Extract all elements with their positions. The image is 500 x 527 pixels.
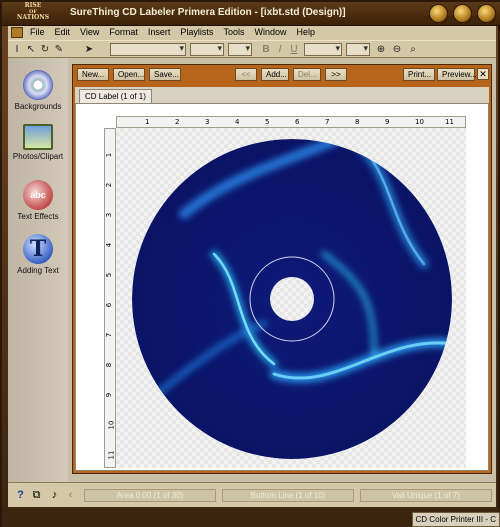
status-field-area: Area 0.00 (1 of 30): [84, 489, 216, 502]
preview-button[interactable]: Preview...: [437, 68, 477, 81]
ruler-tick-h: 11: [445, 118, 454, 126]
tab-cd-label[interactable]: CD Label (1 of 1): [79, 89, 152, 103]
horizontal-ruler: 1 2 3 4 5 6 7 8 9 10 11: [116, 116, 466, 128]
ruler-tick-v: 11: [107, 450, 116, 460]
font-style-select[interactable]: [228, 43, 252, 56]
ruler-tick-h: 1: [145, 118, 150, 126]
zoom-fit-icon[interactable]: ⌕: [406, 43, 420, 56]
vertical-ruler: 1 2 3 4 5 6 7 8 9 10 11: [104, 128, 116, 468]
zoom-in-icon[interactable]: ⊕: [374, 43, 388, 56]
next-label-button[interactable]: >>: [325, 68, 347, 81]
ruler-tick-v: 5: [105, 272, 114, 278]
ruler-tick-h: 5: [265, 118, 270, 126]
ruler-tick-h: 10: [415, 118, 424, 126]
rise-of-nations-logo: RISE OF NATIONS: [16, 2, 50, 21]
label-area[interactable]: [116, 128, 466, 468]
menu-view[interactable]: View: [75, 26, 104, 38]
ruler-tick-h: 6: [295, 118, 300, 126]
printer-name[interactable]: CD Color Printer III - C: [411, 512, 500, 527]
menu-tools[interactable]: Tools: [218, 26, 249, 38]
document-close-button[interactable]: ✕: [477, 68, 489, 80]
close-button[interactable]: [477, 4, 496, 23]
text-cursor-icon[interactable]: I: [10, 43, 24, 56]
document-toolbar: New... Open... Save... << Add... Del... …: [73, 65, 491, 83]
back-icon[interactable]: ‹: [64, 489, 77, 502]
rotate-icon[interactable]: ↻: [38, 43, 52, 56]
ruler-tick-v: 10: [107, 420, 116, 430]
font-size-select[interactable]: [190, 43, 224, 56]
alignment-select[interactable]: [346, 43, 370, 56]
ruler-tick-v: 3: [105, 212, 114, 218]
menu-edit[interactable]: Edit: [50, 26, 76, 38]
ruler-tick-h: 8: [355, 118, 360, 126]
cd-disc-icon: [23, 70, 53, 100]
format-toolbar: I ↖ ↻ ✎ ➤ B I U ⊕ ⊖ ⌕: [8, 40, 496, 58]
document-window: New... Open... Save... << Add... Del... …: [72, 64, 492, 474]
text-effects-item[interactable]: abc Text Effects: [8, 180, 68, 221]
menu-help[interactable]: Help: [291, 26, 320, 38]
status-field-line: Bottom Line (1 of 10): [222, 489, 354, 502]
photos-clipart-item[interactable]: Photos/Clipart: [8, 124, 68, 161]
ruler-tick-v: 9: [105, 392, 114, 398]
speaker-icon[interactable]: ♪: [48, 489, 61, 502]
window-title: SureThing CD Labeler Primera Edition - […: [70, 7, 346, 18]
cd-label-graphic[interactable]: [124, 134, 460, 464]
maximize-button[interactable]: [453, 4, 472, 23]
letter-t-icon: T: [23, 234, 53, 264]
prev-label-button[interactable]: <<: [235, 68, 257, 81]
design-canvas: 1 2 3 4 5 6 7 8 9 10 11 1 2 3 4 5 6 7 8 9 10 11: [75, 103, 489, 471]
add-label-button[interactable]: Add...: [261, 68, 289, 81]
left-dock: Backgrounds Photos/Clipart abc Text Effe…: [8, 58, 68, 482]
delete-label-button[interactable]: Del...: [293, 68, 321, 81]
pointer-icon[interactable]: ↖: [24, 43, 38, 56]
status-bar: ? ⧉ ♪ ‹ Area 0.00 (1 of 30) Bottom Line …: [8, 482, 496, 507]
zoom-out-icon[interactable]: ⊖: [390, 43, 404, 56]
open-button[interactable]: Open...: [113, 68, 145, 81]
print-button[interactable]: Print...: [403, 68, 435, 81]
select-arrow-icon[interactable]: ➤: [82, 43, 96, 56]
adding-text-item[interactable]: T Adding Text: [8, 234, 68, 275]
ruler-tick-v: 4: [105, 242, 114, 248]
backgrounds-item[interactable]: Backgrounds: [8, 70, 68, 111]
photo-frame-icon: [23, 124, 53, 150]
ruler-tick-h: 3: [205, 118, 210, 126]
text-color-select[interactable]: [304, 43, 342, 56]
new-button[interactable]: New...: [77, 68, 109, 81]
printer-bar: CD Color Printer III - C: [2, 508, 500, 527]
document-icon[interactable]: [11, 27, 23, 38]
app-window: RISE OF NATIONS SureThing CD Labeler Pri…: [0, 0, 500, 527]
italic-button[interactable]: I: [273, 43, 287, 56]
menu-file[interactable]: File: [25, 26, 50, 38]
ruler-tick-v: 2: [105, 182, 114, 188]
minimize-button[interactable]: [429, 4, 448, 23]
export-icon[interactable]: ⧉: [30, 489, 43, 502]
help-icon[interactable]: ?: [14, 489, 27, 502]
tab-row: CD Label (1 of 1): [75, 87, 489, 103]
ruler-tick-v: 7: [105, 332, 114, 338]
workspace: New... Open... Save... << Add... Del... …: [68, 58, 496, 482]
ruler-tick-h: 9: [385, 118, 390, 126]
pen-icon[interactable]: ✎: [52, 43, 66, 56]
ruler-tick-h: 2: [175, 118, 180, 126]
menu-window[interactable]: Window: [249, 26, 291, 38]
title-bar: RISE OF NATIONS SureThing CD Labeler Pri…: [2, 2, 500, 26]
menu-bar: File Edit View Format Insert Playlists Tools Wi…: [8, 26, 496, 40]
ruler-tick-v: 1: [105, 152, 114, 158]
menu-format[interactable]: Format: [104, 26, 143, 38]
underline-button[interactable]: U: [287, 43, 301, 56]
ruler-tick-h: 4: [235, 118, 240, 126]
ruler-tick-h: 7: [325, 118, 330, 126]
menu-playlists[interactable]: Playlists: [175, 26, 218, 38]
ruler-tick-v: 8: [105, 362, 114, 368]
ruler-tick-v: 6: [105, 302, 114, 308]
font-name-select[interactable]: [110, 43, 186, 56]
abc-sphere-icon: abc: [23, 180, 53, 210]
bold-button[interactable]: B: [259, 43, 273, 56]
status-field-unique: Vali Unique (1 of 7): [360, 489, 492, 502]
save-button[interactable]: Save...: [149, 68, 181, 81]
menu-insert[interactable]: Insert: [143, 26, 176, 38]
